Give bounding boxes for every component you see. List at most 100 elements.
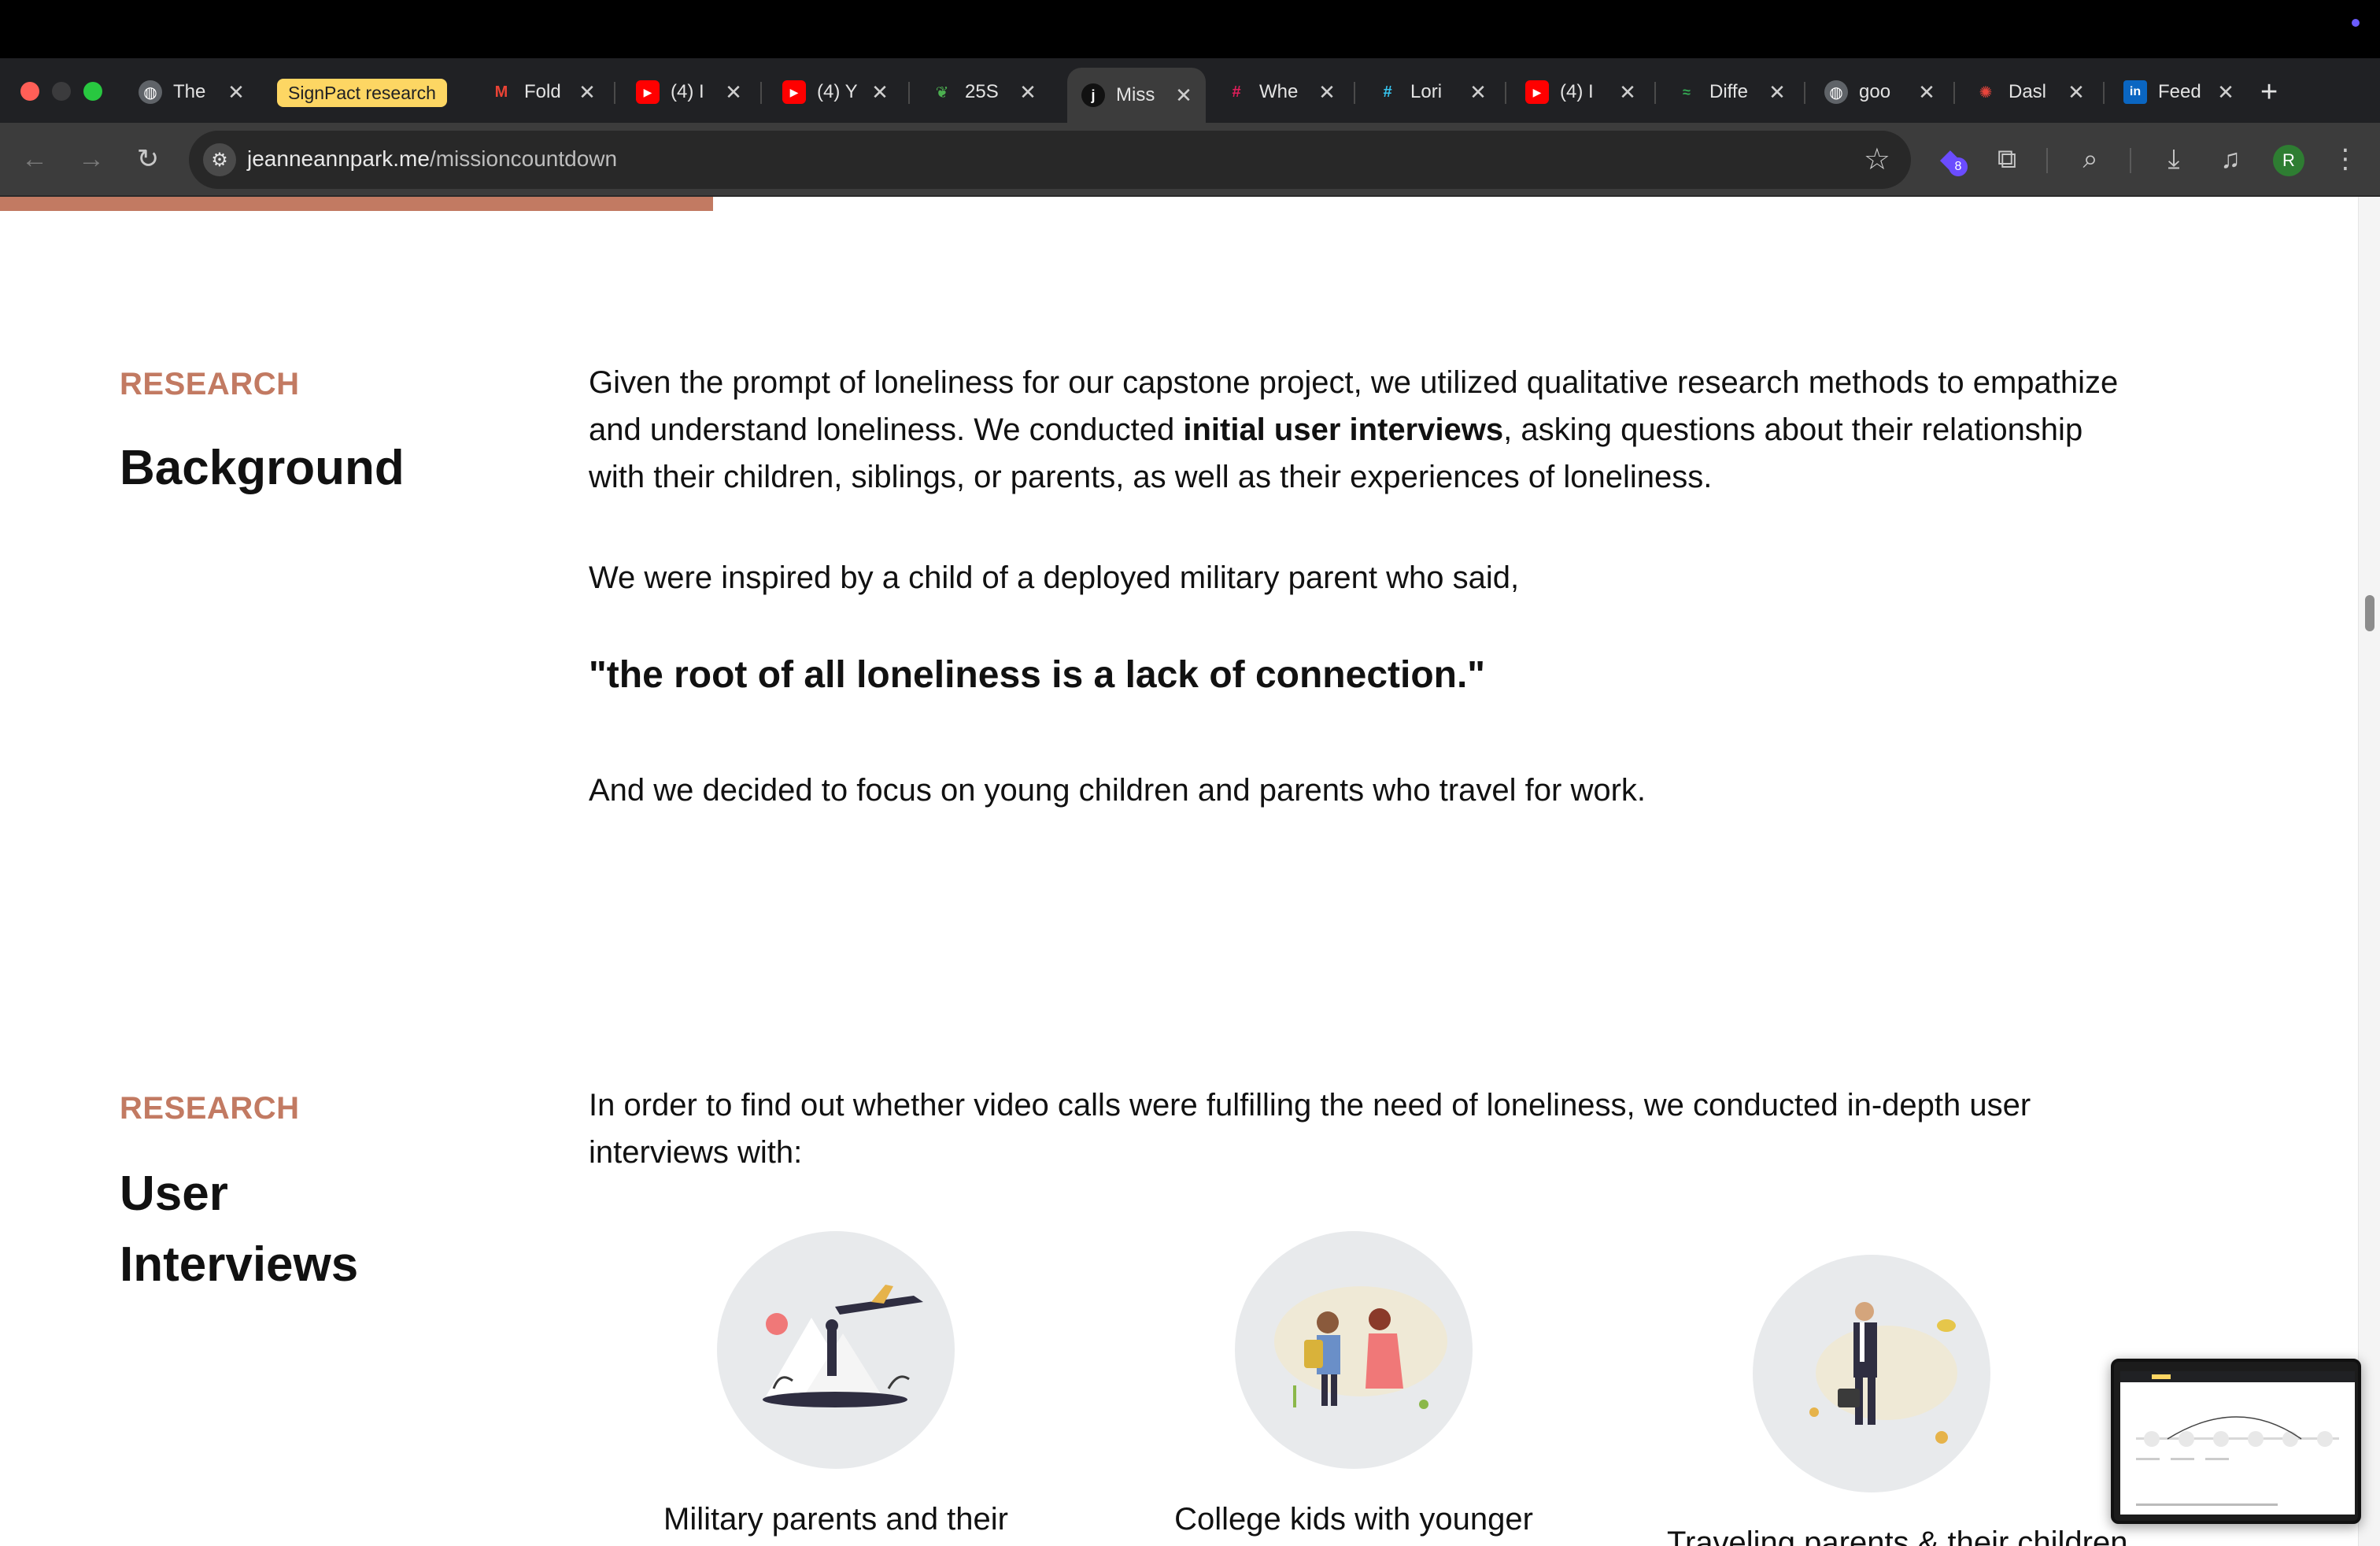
media-controls-icon[interactable]: ♫ — [2213, 142, 2248, 176]
tab-3[interactable]: M Fold ✕ — [475, 68, 609, 117]
globe-icon: ◍ — [139, 80, 162, 104]
picture-in-picture-thumbnail[interactable] — [2111, 1359, 2361, 1524]
tab-14[interactable]: in Feed ✕ — [2109, 68, 2248, 117]
close-tab-icon[interactable]: ✕ — [1465, 80, 1491, 105]
tab-title: The — [173, 81, 206, 102]
download-icon[interactable]: ⤓ — [2156, 142, 2191, 176]
site-settings-icon[interactable]: ⚙ — [203, 143, 236, 176]
j-icon: j — [1081, 83, 1105, 107]
close-tab-icon[interactable]: ✕ — [721, 80, 746, 105]
youtube-icon: ▶ — [782, 80, 806, 104]
tab-title: Diffe — [1709, 81, 1748, 102]
section-title-background: Background — [120, 441, 405, 495]
close-tab-icon[interactable]: ✕ — [1015, 80, 1040, 105]
url-domain: jeanneannpark.me — [247, 146, 430, 171]
tab-title: Feed — [2158, 81, 2201, 102]
close-tab-icon[interactable]: ✕ — [1314, 80, 1340, 105]
persona-card: College kids with younger — [1149, 1231, 1558, 1537]
close-tab-icon[interactable]: ✕ — [1615, 80, 1640, 105]
persona-card: Military parents and their — [631, 1231, 1040, 1537]
tab-separator — [1505, 82, 1506, 104]
diff-icon: ≈ — [1683, 83, 1691, 100]
close-tab-icon[interactable]: ✕ — [1171, 83, 1196, 108]
section-title-interviews: User Interviews — [120, 1159, 358, 1300]
interviews-intro: In order to find out whether video calls… — [589, 1088, 2031, 1170]
globe-icon: ◍ — [1824, 80, 1848, 104]
close-tab-icon[interactable]: ✕ — [2213, 80, 2238, 105]
tab-title: Dasl — [2009, 81, 2047, 102]
profile-avatar[interactable]: R — [2273, 145, 2304, 176]
scrollbar-thumb[interactable] — [2365, 595, 2374, 631]
close-tab-icon[interactable]: ✕ — [1914, 80, 1939, 105]
tab-title: (4) I — [671, 81, 704, 102]
section-eyebrow: RESEARCH — [120, 367, 300, 401]
status-dot-icon — [2352, 19, 2360, 27]
persona-card: Traveling parents & their children — [1667, 1255, 2128, 1546]
close-tab-icon[interactable]: ✕ — [867, 80, 893, 105]
tab-13[interactable]: ✺ Dasl ✕ — [1960, 68, 2098, 117]
dashboard-icon: ✺ — [1979, 83, 1993, 102]
bookmark-star-icon[interactable]: ☆ — [1864, 142, 1890, 177]
close-tab-icon[interactable]: ✕ — [2064, 80, 2089, 105]
tab-separator — [614, 82, 615, 104]
tab-title: (4) I — [1560, 81, 1594, 102]
extensions-puzzle-icon[interactable]: ⧉ — [1990, 142, 2024, 176]
page-content: RESEARCH Background Given the prompt of … — [0, 197, 2358, 1546]
tab-separator — [1804, 82, 1805, 104]
tab-title: Miss — [1116, 84, 1155, 105]
tab-10[interactable]: ▶ (4) I ✕ — [1511, 68, 1650, 117]
background-paragraph-3: And we decided to focus on young childre… — [589, 773, 1646, 808]
tab-title: goo — [1859, 81, 1891, 102]
reading-progress-bar — [0, 197, 713, 211]
tab-5[interactable]: ▶ (4) Y ✕ — [768, 68, 902, 117]
minimize-window-button[interactable] — [52, 82, 71, 101]
tab-12[interactable]: ◍ goo ✕ — [1810, 68, 1949, 117]
tab-search-icon[interactable]: ⌕ — [2073, 142, 2108, 176]
tab-title: 25S — [965, 81, 999, 102]
persona-caption: College kids with younger — [1174, 1502, 1533, 1537]
close-window-button[interactable] — [20, 82, 39, 101]
tab-4[interactable]: ▶ (4) I ✕ — [622, 68, 756, 117]
close-tab-icon[interactable]: ✕ — [224, 80, 249, 105]
browser-window: ◍ The ✕ SignPact research M Fold ✕ ▶ (4)… — [0, 0, 2380, 1546]
pull-quote: "the root of all loneliness is a lack of… — [589, 654, 1486, 696]
tab-bar: ◍ The ✕ SignPact research M Fold ✕ ▶ (4)… — [0, 58, 2380, 123]
close-tab-icon[interactable]: ✕ — [1765, 80, 1790, 105]
new-tab-button[interactable]: + — [2260, 76, 2278, 109]
back-arrow-icon[interactable]: ← — [17, 142, 52, 176]
leaf-icon: ❦ — [935, 83, 949, 102]
tab-title: Fold — [524, 81, 561, 102]
close-tab-icon[interactable]: ✕ — [575, 80, 600, 105]
background-paragraph-1: Given the prompt of loneliness for our c… — [589, 359, 2131, 501]
parent-child-illustration — [1235, 1231, 1473, 1469]
more-menu-icon[interactable]: ⋮ — [2328, 142, 2363, 176]
tab-1[interactable]: ◍ The ✕ — [124, 68, 258, 117]
address-bar[interactable]: ⚙ jeanneannpark.me/missioncountdown ☆ — [189, 131, 1911, 189]
tab-8[interactable]: # Whe ✕ — [1210, 68, 1349, 117]
url-text[interactable]: jeanneannpark.me/missioncountdown — [247, 146, 617, 172]
tab-6[interactable]: ❦ 25S ✕ — [916, 68, 1050, 117]
tab-separator — [1354, 82, 1355, 104]
background-paragraph-2: We were inspired by a child of a deploye… — [589, 560, 1520, 595]
youtube-icon: ▶ — [636, 80, 660, 104]
gmail-icon: M — [494, 83, 508, 101]
persona-caption: Traveling parents & their children — [1667, 1526, 2128, 1546]
tab-9[interactable]: # Lori ✕ — [1362, 68, 1500, 117]
forward-arrow-icon[interactable]: → — [74, 142, 109, 176]
toolbar-divider — [2130, 148, 2131, 173]
zoom-window-button[interactable] — [83, 82, 102, 101]
businessman-illustration — [1753, 1255, 1990, 1492]
tab-active[interactable]: j Miss ✕ — [1067, 68, 1206, 123]
section-eyebrow: RESEARCH — [120, 1091, 300, 1126]
extension-badge: 8 — [1949, 157, 1968, 176]
tab-title: (4) Y — [817, 81, 858, 102]
tab-11[interactable]: ≈ Diffe ✕ — [1661, 68, 1799, 117]
tab-group-chip[interactable]: SignPact research — [277, 79, 447, 107]
tab-separator — [1654, 82, 1656, 104]
pip-preview — [2120, 1371, 2355, 1515]
title-line: User — [120, 1167, 228, 1221]
page-scrollbar[interactable] — [2358, 197, 2380, 1546]
tab-title: Whe — [1259, 81, 1299, 102]
reload-icon[interactable]: ↻ — [131, 142, 165, 176]
tab-title: Lori — [1410, 81, 1443, 102]
